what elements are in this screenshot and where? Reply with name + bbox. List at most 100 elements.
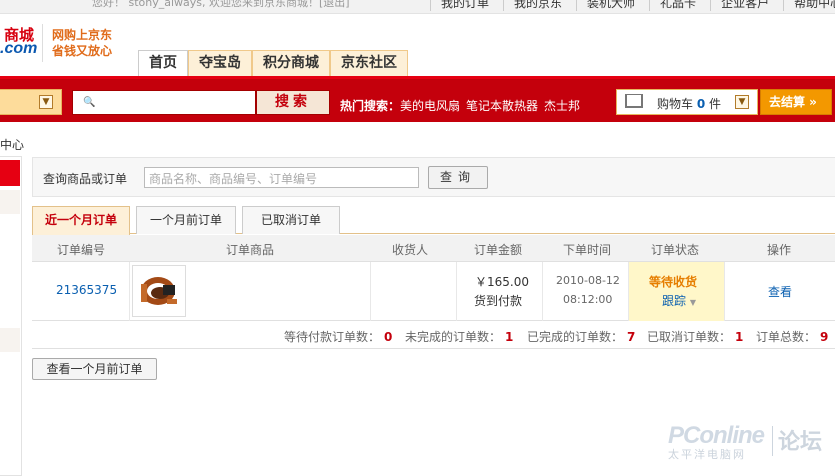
tab-recent-month[interactable]: 近一个月订单 [32, 206, 130, 235]
hot-keyword[interactable]: 笔记本散热器 [466, 99, 538, 113]
cart-icon [625, 94, 643, 108]
column-header: 下单时间 [563, 243, 612, 257]
nav-tab-home[interactable]: 首页 [138, 50, 188, 76]
logo-text-bottom: .com [0, 40, 38, 57]
logo-divider [42, 24, 43, 62]
watermark: PConline 太平洋电脑网 论坛 [660, 416, 835, 466]
summary-total: 订单总数： 9 [756, 328, 828, 345]
summary-completed: 已完成的订单数： 7 [527, 328, 635, 345]
watermark-forum: 论坛 [778, 430, 823, 455]
hot-keyword[interactable]: 美的电风扇 [400, 99, 460, 113]
search-bar: ▼ 🔍 搜索 热门搜索：美的电风扇 笔记本散热器 杰士邦 购物车 0 件 ▼ 去结算… [0, 76, 835, 122]
payment-method: 货到付款 [474, 294, 523, 308]
search-button[interactable]: 搜索 [256, 90, 330, 115]
top-link-enterprise[interactable]: 企业客户 [710, 0, 783, 11]
watermark-divider [772, 426, 773, 456]
order-query-panel: 查询商品或订单 商品名称、商品编号、订单编号 查询 [32, 157, 835, 197]
query-input[interactable]: 商品名称、商品编号、订单编号 [144, 167, 419, 188]
summary-value: 9 [820, 330, 829, 344]
product-thumbnail[interactable] [132, 265, 186, 317]
order-date: 2010-08-12 [556, 274, 620, 287]
checkout-button[interactable]: 去结算 » [760, 89, 832, 115]
view-older-orders-button[interactable]: 查看一个月前订单 [32, 358, 157, 380]
search-icon: 🔍 [83, 97, 96, 108]
top-link-help[interactable]: 帮助中心 [783, 0, 835, 11]
order-amount: ￥165.00 [475, 275, 529, 289]
summary-label: 已完成的订单数： [527, 330, 624, 344]
column-header: 操作 [767, 243, 792, 257]
query-button[interactable]: 查询 [428, 166, 488, 189]
tab-cancelled[interactable]: 已取消订单 [242, 206, 340, 234]
hot-searches: 热门搜索：美的电风扇 笔记本散热器 杰士邦 [340, 97, 580, 114]
cart-button[interactable]: 购物车 0 件 ▼ [616, 89, 758, 115]
sidebar-item[interactable] [0, 190, 20, 214]
summary-incomplete: 未完成的订单数： 1 [405, 328, 513, 345]
hot-keyword[interactable]: 杰士邦 [544, 99, 580, 113]
column-divider [724, 262, 725, 321]
track-link[interactable]: 跟踪 ▼ [662, 292, 696, 309]
summary-pending-payment: 等待付款订单数： 0 [284, 328, 392, 345]
table-header: 订单编号 订单商品 收货人 订单金额 下单时间 订单状态 操作 [32, 235, 835, 262]
category-dropdown[interactable]: ▼ [0, 89, 62, 115]
sidebar-item-active[interactable] [0, 160, 20, 186]
query-label: 查询商品或订单 [43, 172, 128, 186]
track-label: 跟踪 [662, 294, 687, 308]
top-link-gift-card[interactable]: 礼品卡 [649, 0, 710, 11]
hot-search-label: 热门搜索： [340, 99, 401, 113]
summary-label: 订单总数： [756, 330, 817, 344]
search-input[interactable]: 🔍 [72, 90, 256, 115]
cart-unit: 件 [709, 97, 722, 111]
chevron-down-icon: ▼ [39, 95, 53, 109]
top-link-pc-builder[interactable]: 装机大师 [576, 0, 649, 11]
order-summary: 等待付款订单数： 0 未完成的订单数： 1 已完成的订单数： 7 已取消订单数： 1 订… [32, 321, 835, 349]
nav-tab-points-mall[interactable]: 积分商城 [252, 50, 330, 76]
summary-label: 等待付款订单数： [284, 330, 381, 344]
nav-tab-treasure-island[interactable]: 夺宝岛 [188, 50, 252, 76]
summary-value: 1 [505, 330, 514, 344]
slogan: 网购上京东 省钱又放心 [52, 27, 112, 59]
logo[interactable]: 商城 .com [0, 22, 38, 62]
cart-label: 购物车 [657, 97, 694, 111]
breadcrumb: 中心 [0, 138, 25, 152]
order-status: 等待收货 [649, 275, 698, 289]
order-time: 08:12:00 [563, 293, 613, 306]
summary-value: 1 [735, 330, 744, 344]
welcome-text: 您好！ stony_always, 欢迎您来到京东商城！[退出] [92, 0, 350, 9]
order-tabs: 近一个月订单 一个月前订单 已取消订单 [32, 206, 835, 235]
column-header: 订单商品 [226, 243, 275, 257]
column-header: 订单状态 [651, 243, 700, 257]
cart-count: 0 [696, 97, 706, 111]
column-divider [456, 262, 457, 321]
column-divider [370, 262, 371, 321]
top-links: 我的订单 我的京东 装机大师 礼品卡 企业客户 帮助中心 [430, 0, 835, 11]
sidebar-item[interactable] [0, 328, 20, 352]
summary-label: 未完成的订单数： [405, 330, 502, 344]
top-link-my-orders[interactable]: 我的订单 [430, 0, 503, 11]
watermark-sub: 太平洋电脑网 [668, 448, 746, 461]
tab-older-than-month[interactable]: 一个月前订单 [136, 206, 236, 234]
summary-cancelled: 已取消订单数： 1 [647, 328, 743, 345]
column-header: 订单金额 [474, 243, 523, 257]
chevron-down-icon[interactable]: ▼ [735, 95, 749, 109]
order-id-link[interactable]: 21365375 [56, 283, 117, 297]
column-divider [129, 262, 130, 321]
top-link-my-jd[interactable]: 我的京东 [503, 0, 576, 11]
summary-value: 0 [384, 330, 393, 344]
summary-value: 7 [627, 330, 636, 344]
top-bar: 您好！ stony_always, 欢迎您来到京东商城！[退出] 我的订单 我的… [0, 0, 835, 14]
column-divider [628, 262, 629, 321]
product-image [141, 277, 177, 305]
slogan-line-1: 网购上京东 [52, 28, 113, 42]
chevron-down-icon: ▼ [689, 298, 696, 307]
page: { "topbar": { "welcome": "您好！ stony_alwa… [0, 0, 835, 476]
nav-tab-community[interactable]: 京东社区 [330, 50, 408, 76]
view-order-link[interactable]: 查看 [768, 283, 792, 300]
main-nav: 首页 夺宝岛 积分商城 京东社区 [138, 50, 408, 76]
summary-label: 已取消订单数： [647, 330, 732, 344]
column-divider [542, 262, 543, 321]
slogan-line-2: 省钱又放心 [52, 44, 113, 58]
column-header: 收货人 [392, 243, 429, 257]
table-row: 21365375 ￥165.00 货到付款 2010-08-12 08:12:0… [32, 262, 835, 321]
cart-text: 购物车 0 件 [657, 95, 721, 112]
column-header: 订单编号 [57, 243, 106, 257]
